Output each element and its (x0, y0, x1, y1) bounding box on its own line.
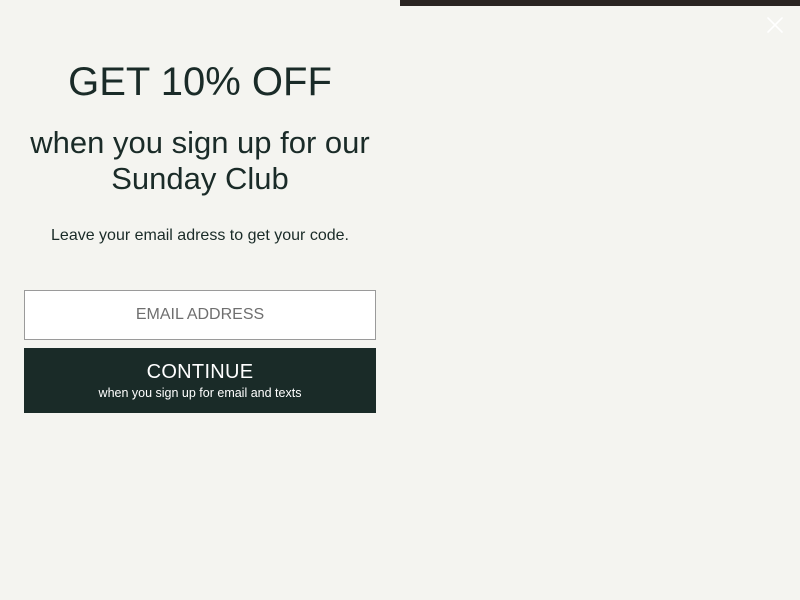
signup-instructions: Leave your email adress to get your code… (51, 227, 349, 244)
continue-sublabel: when you sign up for email and texts (98, 386, 302, 400)
offer-subheadline: when you sign up for our Sunday Club (0, 125, 400, 197)
signup-panel: GET 10% OFF when you sign up for our Sun… (0, 0, 400, 600)
email-input[interactable] (24, 290, 376, 340)
close-button[interactable] (760, 10, 790, 40)
subheadline-line-1: when you sign up for our (30, 125, 370, 160)
offer-headline: GET 10% OFF (68, 60, 332, 104)
hero-image-edge (400, 0, 800, 6)
continue-label: CONTINUE (146, 361, 254, 383)
subheadline-line-2: Sunday Club (111, 161, 289, 196)
close-icon (767, 17, 783, 33)
continue-button[interactable]: CONTINUE when you sign up for email and … (24, 348, 376, 413)
